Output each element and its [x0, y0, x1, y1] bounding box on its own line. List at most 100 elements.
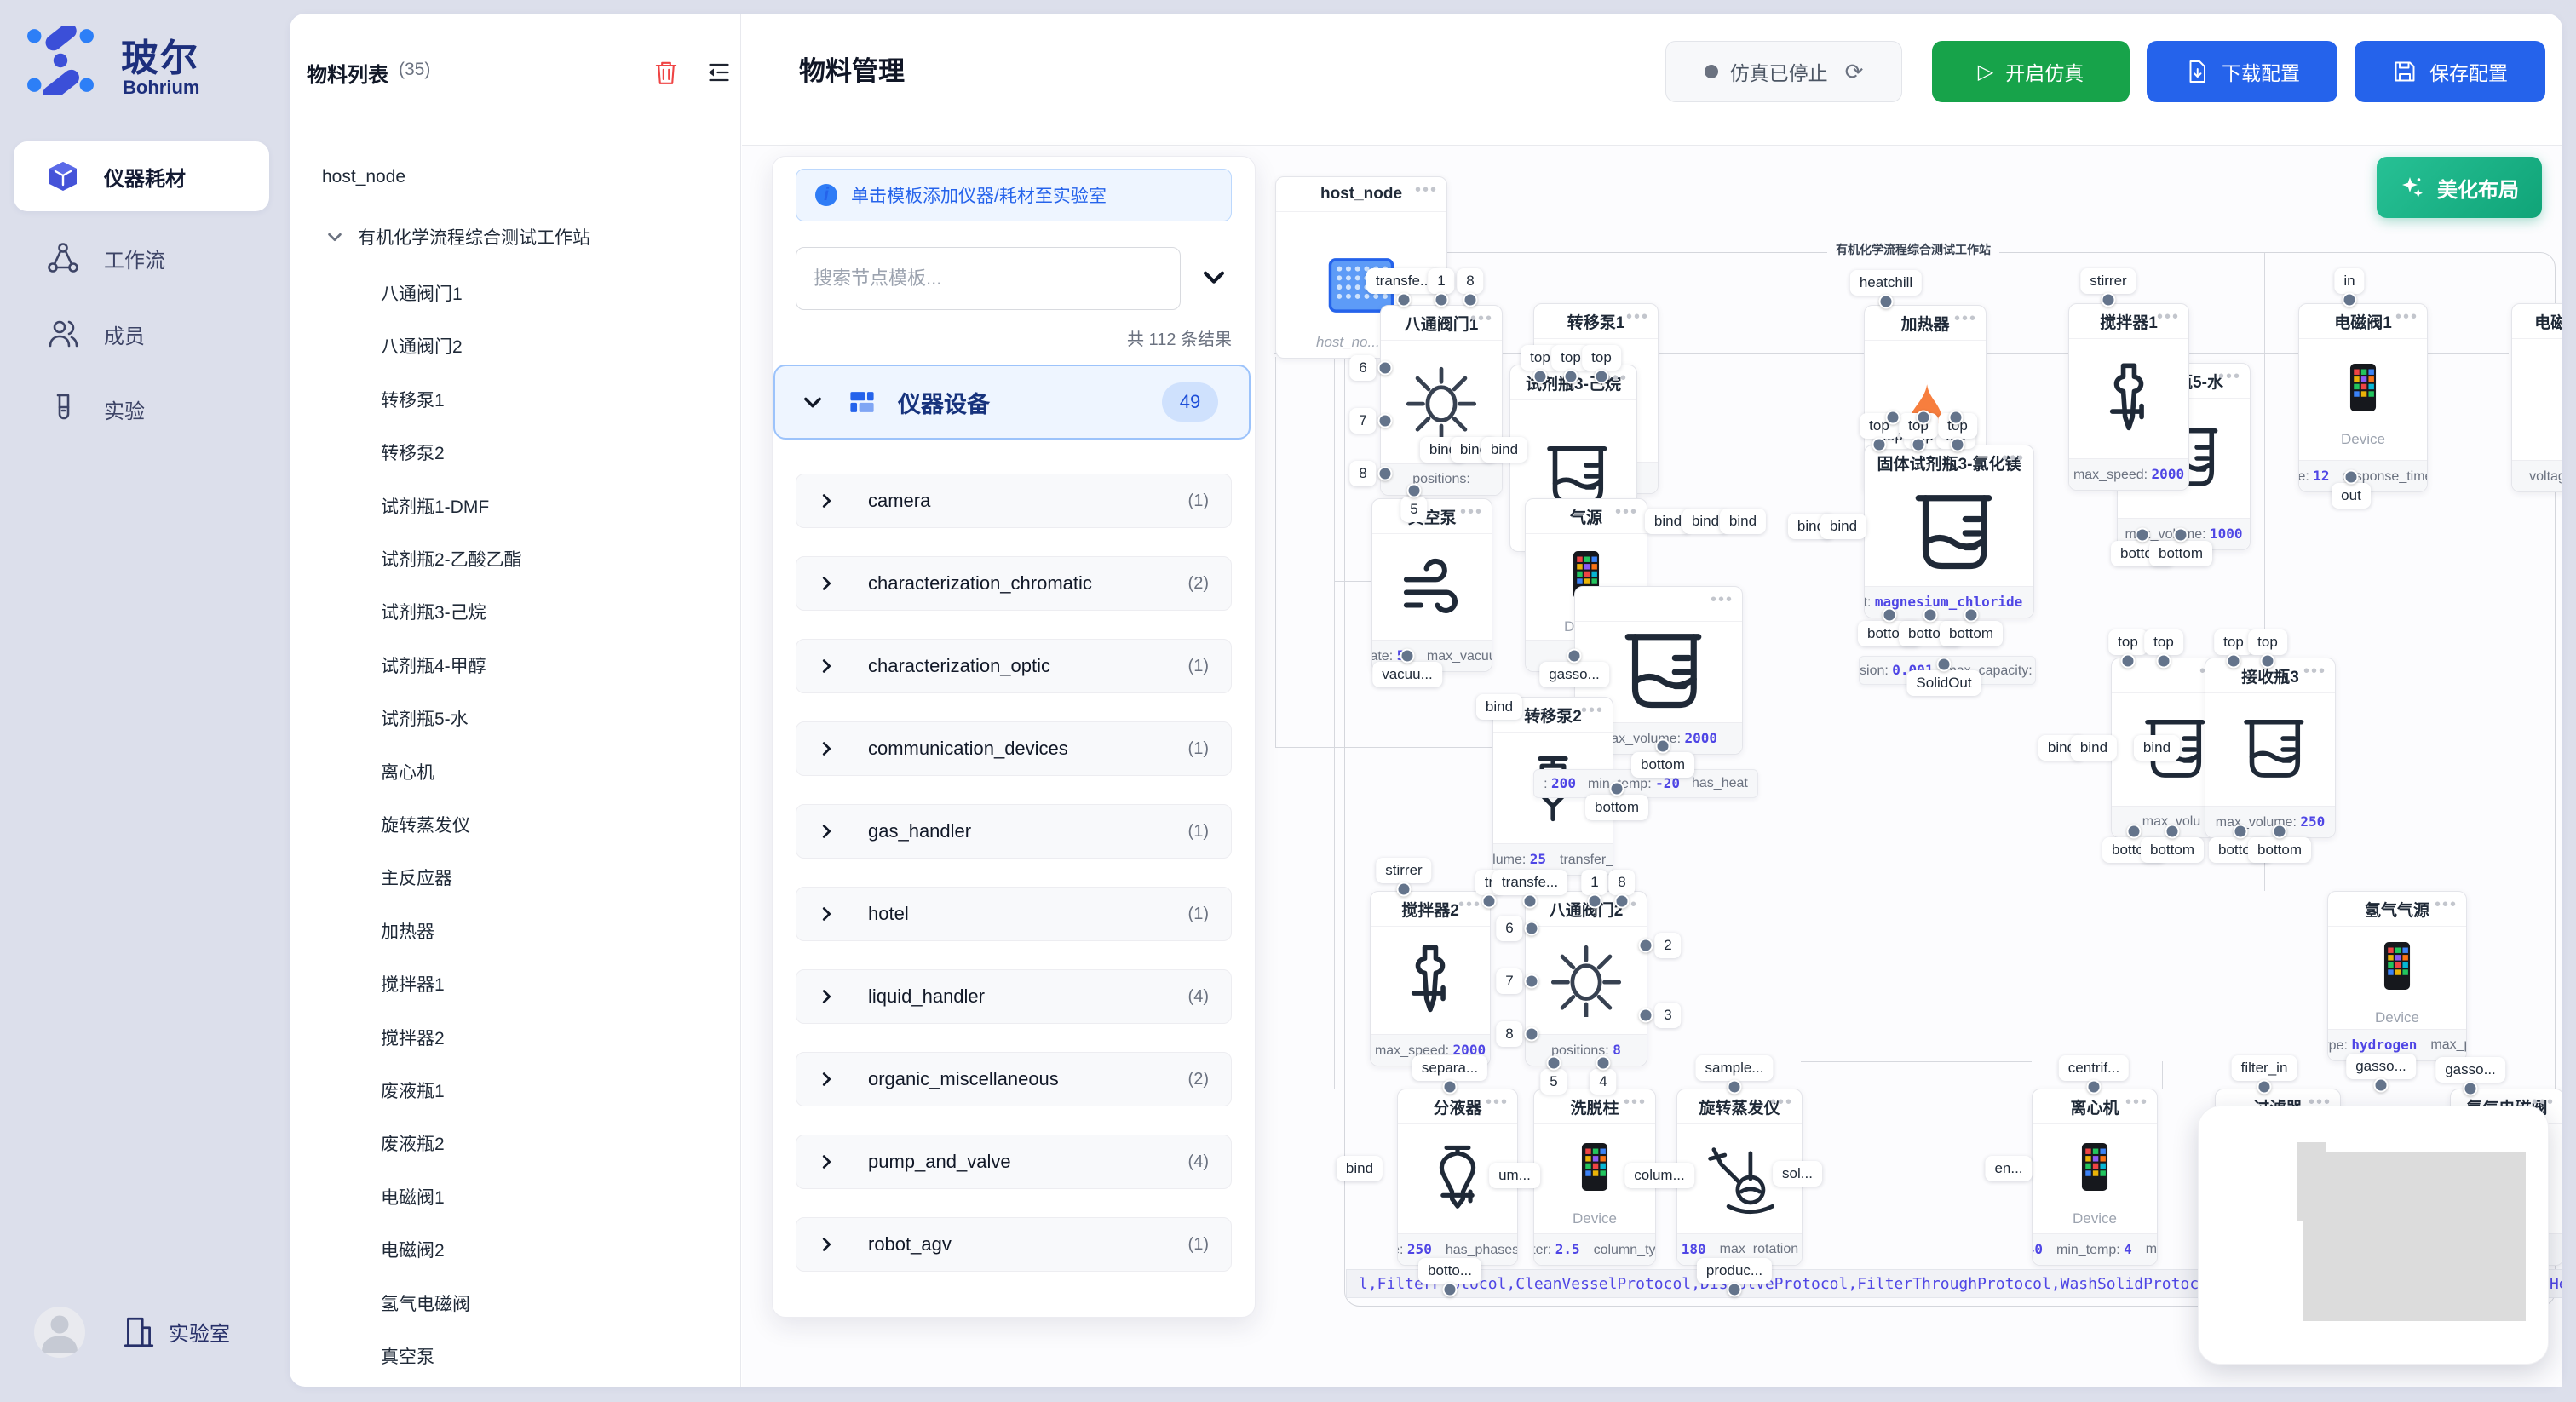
section-equipment[interactable]: 仪器设备 49	[773, 365, 1251, 440]
tree-item-child-1[interactable]: 八通阀门1	[381, 274, 463, 312]
tree-item-child-16[interactable]: 废液瓶1	[381, 1072, 445, 1109]
sidebar-item-4[interactable]: 实验	[14, 379, 269, 439]
node-menu-icon[interactable]: •••	[1624, 1093, 1647, 1112]
sim-status-badge[interactable]: 仿真已停止 ⟳	[1665, 41, 1902, 102]
chevron-down-icon[interactable]	[325, 227, 344, 246]
port-dot[interactable]	[2121, 654, 2136, 669]
port-dot[interactable]	[2234, 825, 2248, 839]
sidebar-item-lab[interactable]: 实验室	[121, 1312, 230, 1351]
canvas-node-八通阀门1[interactable]: 八通阀门1••• positions:	[1380, 305, 1503, 496]
port-dot[interactable]	[2165, 825, 2180, 839]
node-menu-icon[interactable]: •••	[2218, 367, 2241, 387]
canvas-node-搅拌器2[interactable]: 搅拌器2••• max_speed: 2000	[1370, 891, 1491, 1066]
tree-item-child-17[interactable]: 废液瓶2	[381, 1124, 445, 1162]
port-dot[interactable]	[2257, 1080, 2272, 1095]
canvas-node-氢气气源[interactable]: 氢气气源••• Device_type: hydrogenmax_pre	[2327, 891, 2467, 1061]
port-dot[interactable]	[1728, 1283, 1742, 1297]
category-liquid_handler[interactable]: liquid_handler (4)	[796, 969, 1232, 1024]
port-dot[interactable]	[1567, 649, 1582, 664]
tree-item-child-19[interactable]: 电磁阀2	[381, 1231, 445, 1268]
port-dot[interactable]	[2127, 825, 2142, 839]
category-characterization_chromatic[interactable]: characterization_chromatic (2)	[796, 556, 1232, 611]
port-dot[interactable]	[1879, 295, 1894, 309]
port-dot[interactable]	[1886, 411, 1900, 425]
canvas-node-接收瓶3[interactable]: 接收瓶3••• max_volume: 250	[2205, 658, 2336, 838]
port-dot[interactable]	[1407, 484, 1422, 498]
node-menu-icon[interactable]: •••	[1954, 309, 1977, 329]
port-dot[interactable]	[2273, 825, 2287, 839]
canvas-node-电磁阀2[interactable]: 电磁阀2••• voltage: 12	[2511, 303, 2562, 492]
tree-item-child-14[interactable]: 搅拌器1	[381, 965, 445, 1003]
port-dot[interactable]	[1400, 649, 1415, 664]
port-dot[interactable]	[1525, 922, 1539, 936]
node-menu-icon[interactable]: •••	[2002, 449, 2025, 468]
node-menu-icon[interactable]: •••	[1711, 590, 1734, 610]
port-dot[interactable]	[1883, 608, 1897, 623]
port-dot[interactable]	[2344, 470, 2359, 485]
canvas-node-固体试剂瓶3-氯化镁[interactable]: 固体试剂瓶3-氯化镁••• agent: magnesium_chloridep…	[1864, 445, 2034, 618]
port-dot[interactable]	[1435, 293, 1449, 307]
port-dot[interactable]	[1596, 1056, 1611, 1071]
tree-item-child-3[interactable]: 转移泵1	[381, 381, 445, 418]
node-menu-icon[interactable]: •••	[2435, 895, 2458, 915]
port-dot[interactable]	[1728, 1080, 1742, 1095]
tree-item-child-6[interactable]: 试剂瓶2-乙酸乙酯	[381, 540, 522, 577]
port-dot[interactable]	[2374, 1078, 2389, 1093]
collapse-search-icon[interactable]	[1199, 262, 1228, 291]
category-hotel[interactable]: hotel (1)	[796, 887, 1232, 941]
sidebar-item-1[interactable]: 仪器耗材	[14, 141, 269, 211]
category-pump_and_valve[interactable]: pump_and_valve (4)	[796, 1135, 1232, 1189]
canvas-node-电磁阀1[interactable]: 电磁阀1••• Devicevoltage: 12response_time: …	[2298, 303, 2428, 492]
port-dot[interactable]	[2136, 528, 2150, 543]
port-dot[interactable]	[1964, 608, 1979, 623]
tree-item-child-15[interactable]: 搅拌器2	[381, 1019, 445, 1056]
tree-item-child-4[interactable]: 转移泵2	[381, 434, 445, 471]
node-menu-icon[interactable]: •••	[1615, 503, 1638, 522]
port-dot[interactable]	[2087, 1080, 2102, 1095]
port-dot[interactable]	[1378, 467, 1393, 481]
category-gas_handler[interactable]: gas_handler (1)	[796, 804, 1232, 859]
port-dot[interactable]	[2174, 528, 2188, 543]
port-dot[interactable]	[1615, 894, 1630, 909]
tree-item-child-8[interactable]: 试剂瓶4-甲醇	[381, 646, 486, 684]
port-dot[interactable]	[1951, 438, 1965, 452]
port-dot[interactable]	[1523, 894, 1538, 909]
canvas-node-搅拌器1[interactable]: 搅拌器1••• max_speed: 2000	[2068, 303, 2189, 491]
port-dot[interactable]	[1588, 894, 1602, 909]
category-organic_miscellaneous[interactable]: organic_miscellaneous (2)	[796, 1052, 1232, 1106]
tree-item-workstation[interactable]: 有机化学流程综合测试工作站	[325, 218, 590, 256]
node-menu-icon[interactable]: •••	[2395, 307, 2418, 327]
port-dot[interactable]	[1564, 370, 1578, 384]
node-menu-icon[interactable]: •••	[1415, 181, 1438, 200]
node-menu-icon[interactable]: •••	[1458, 895, 1481, 915]
sidebar-item-3[interactable]: 成员	[14, 304, 269, 364]
start-sim-button[interactable]: ▷ 开启仿真	[1932, 41, 2130, 102]
tree-item-child-7[interactable]: 试剂瓶3-己烷	[381, 593, 486, 630]
tree-item-child-10[interactable]: 离心机	[381, 753, 434, 790]
port-dot[interactable]	[1872, 438, 1887, 452]
search-input[interactable]	[796, 247, 1181, 310]
node-menu-icon[interactable]: •••	[1626, 307, 1649, 327]
node-menu-icon[interactable]: •••	[2157, 307, 2180, 327]
node-menu-icon[interactable]: •••	[1470, 309, 1493, 329]
node-menu-icon[interactable]: •••	[1460, 503, 1483, 522]
port-dot[interactable]	[1397, 293, 1412, 307]
category-camera[interactable]: camera (1)	[796, 474, 1232, 528]
port-dot[interactable]	[1595, 370, 1609, 384]
port-dot[interactable]	[1610, 782, 1624, 796]
tree-item-child-2[interactable]: 八通阀门2	[381, 327, 463, 365]
port-dot[interactable]	[1533, 370, 1548, 384]
sidebar-item-2[interactable]: 工作流	[14, 228, 269, 288]
tree-item-child-12[interactable]: 主反应器	[381, 859, 452, 896]
save-config-button[interactable]: 保存配置	[2355, 41, 2545, 102]
canvas-node-离心机[interactable]: 离心机••• Devicetemp: 40min_temp: 4max_spe	[2032, 1089, 2158, 1266]
port-dot[interactable]	[2102, 293, 2116, 307]
minimap[interactable]	[2198, 1106, 2549, 1365]
port-dot[interactable]	[2464, 1082, 2478, 1096]
node-menu-icon[interactable]: •••	[2303, 662, 2326, 681]
tree-item-child-21[interactable]: 真空泵	[381, 1337, 434, 1375]
port-dot[interactable]	[1547, 1056, 1561, 1071]
port-dot[interactable]	[1923, 608, 1938, 623]
port-dot[interactable]	[1912, 438, 1926, 452]
port-dot[interactable]	[1525, 1027, 1539, 1042]
